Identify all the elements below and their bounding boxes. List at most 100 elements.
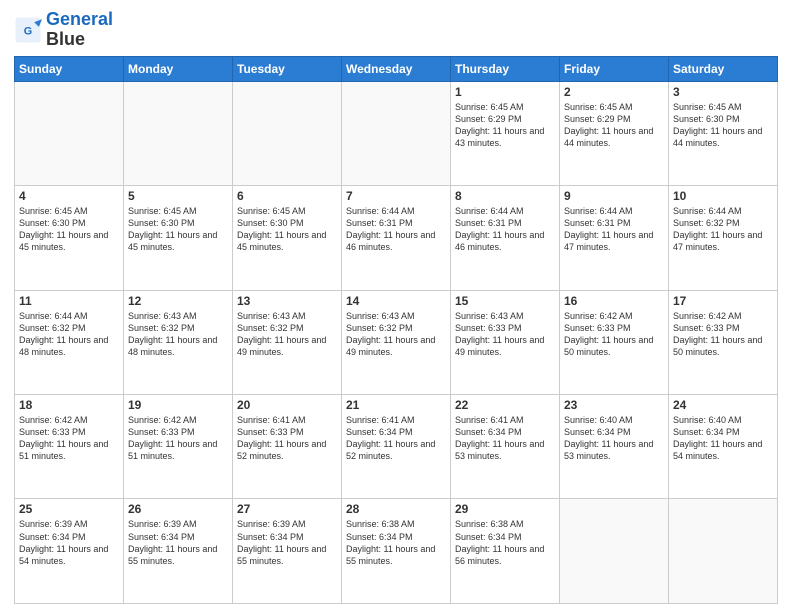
day-number: 7 bbox=[346, 189, 446, 203]
calendar-cell: 12 Sunrise: 6:43 AM Sunset: 6:32 PM Dayli… bbox=[124, 290, 233, 394]
calendar-cell: 5 Sunrise: 6:45 AM Sunset: 6:30 PM Daylig… bbox=[124, 186, 233, 290]
day-number: 8 bbox=[455, 189, 555, 203]
day-info: Sunrise: 6:44 AM Sunset: 6:31 PM Dayligh… bbox=[564, 205, 664, 254]
logo-text: General Blue bbox=[46, 10, 113, 50]
day-info: Sunrise: 6:41 AM Sunset: 6:34 PM Dayligh… bbox=[455, 414, 555, 463]
calendar-week-row-2: 4 Sunrise: 6:45 AM Sunset: 6:30 PM Daylig… bbox=[15, 186, 778, 290]
day-info: Sunrise: 6:44 AM Sunset: 6:32 PM Dayligh… bbox=[19, 310, 119, 359]
calendar-week-row-1: 1 Sunrise: 6:45 AM Sunset: 6:29 PM Daylig… bbox=[15, 81, 778, 185]
day-info: Sunrise: 6:45 AM Sunset: 6:30 PM Dayligh… bbox=[19, 205, 119, 254]
day-number: 23 bbox=[564, 398, 664, 412]
day-info: Sunrise: 6:43 AM Sunset: 6:33 PM Dayligh… bbox=[455, 310, 555, 359]
calendar-cell: 21Sunrise: 6:41 AM Sunset: 6:34 PM Dayli… bbox=[342, 395, 451, 499]
calendar-week-row-4: 18 Sunrise: 6:42 AM Sunset: 6:33 PM Dayli… bbox=[15, 395, 778, 499]
day-info: Sunrise: 6:45 AM Sunset: 6:30 PM Dayligh… bbox=[128, 205, 228, 254]
day-number: 28 bbox=[346, 502, 446, 516]
calendar-cell: 23 Sunrise: 6:40 AM Sunset: 6:34 PM Dayli… bbox=[560, 395, 669, 499]
day-info: Sunrise: 6:44 AM Sunset: 6:31 PM Dayligh… bbox=[455, 205, 555, 254]
calendar-cell: 8 Sunrise: 6:44 AM Sunset: 6:31 PM Daylig… bbox=[451, 186, 560, 290]
calendar-cell: 29Sunrise: 6:38 AM Sunset: 6:34 PM Dayli… bbox=[451, 499, 560, 604]
day-number: 11 bbox=[19, 294, 119, 308]
day-info: Sunrise: 6:43 AM Sunset: 6:32 PM Dayligh… bbox=[346, 310, 446, 359]
day-number: 29 bbox=[455, 502, 555, 516]
day-info: Sunrise: 6:42 AM Sunset: 6:33 PM Dayligh… bbox=[673, 310, 773, 359]
day-number: 2 bbox=[564, 85, 664, 99]
day-info: Sunrise: 6:38 AM Sunset: 6:34 PM Dayligh… bbox=[346, 518, 446, 567]
calendar-cell: 18 Sunrise: 6:42 AM Sunset: 6:33 PM Dayli… bbox=[15, 395, 124, 499]
calendar-cell: 25 Sunrise: 6:39 AM Sunset: 6:34 PM Dayli… bbox=[15, 499, 124, 604]
logo: G General Blue bbox=[14, 10, 113, 50]
calendar-cell: 11 Sunrise: 6:44 AM Sunset: 6:32 PM Dayli… bbox=[15, 290, 124, 394]
day-info: Sunrise: 6:39 AM Sunset: 6:34 PM Dayligh… bbox=[237, 518, 337, 567]
calendar-cell: 14 Sunrise: 6:43 AM Sunset: 6:32 PM Dayli… bbox=[342, 290, 451, 394]
day-info: Sunrise: 6:42 AM Sunset: 6:33 PM Dayligh… bbox=[128, 414, 228, 463]
calendar-cell bbox=[560, 499, 669, 604]
day-info: Sunrise: 6:42 AM Sunset: 6:33 PM Dayligh… bbox=[19, 414, 119, 463]
logo-icon: G bbox=[14, 16, 42, 44]
day-info: Sunrise: 6:45 AM Sunset: 6:29 PM Dayligh… bbox=[455, 101, 555, 150]
day-number: 1 bbox=[455, 85, 555, 99]
calendar-cell: 6 Sunrise: 6:45 AM Sunset: 6:30 PM Daylig… bbox=[233, 186, 342, 290]
day-info: Sunrise: 6:44 AM Sunset: 6:31 PM Dayligh… bbox=[346, 205, 446, 254]
calendar-header-row: SundayMondayTuesdayWednesdayThursdayFrid… bbox=[15, 56, 778, 81]
day-number: 9 bbox=[564, 189, 664, 203]
day-info: Sunrise: 6:45 AM Sunset: 6:30 PM Dayligh… bbox=[237, 205, 337, 254]
calendar-week-row-5: 25 Sunrise: 6:39 AM Sunset: 6:34 PM Dayli… bbox=[15, 499, 778, 604]
calendar-cell: 3 Sunrise: 6:45 AM Sunset: 6:30 PM Daylig… bbox=[669, 81, 778, 185]
day-info: Sunrise: 6:45 AM Sunset: 6:29 PM Dayligh… bbox=[564, 101, 664, 150]
day-info: Sunrise: 6:40 AM Sunset: 6:34 PM Dayligh… bbox=[564, 414, 664, 463]
calendar-week-row-3: 11 Sunrise: 6:44 AM Sunset: 6:32 PM Dayli… bbox=[15, 290, 778, 394]
calendar-header-wednesday: Wednesday bbox=[342, 56, 451, 81]
calendar-cell bbox=[124, 81, 233, 185]
calendar-cell: 1 Sunrise: 6:45 AM Sunset: 6:29 PM Daylig… bbox=[451, 81, 560, 185]
calendar-cell: 16 Sunrise: 6:42 AM Sunset: 6:33 PM Dayli… bbox=[560, 290, 669, 394]
calendar-cell: 10Sunrise: 6:44 AM Sunset: 6:32 PM Dayli… bbox=[669, 186, 778, 290]
header: G General Blue bbox=[14, 10, 778, 50]
calendar-header-saturday: Saturday bbox=[669, 56, 778, 81]
day-info: Sunrise: 6:40 AM Sunset: 6:34 PM Dayligh… bbox=[673, 414, 773, 463]
day-number: 27 bbox=[237, 502, 337, 516]
day-info: Sunrise: 6:41 AM Sunset: 6:34 PM Dayligh… bbox=[346, 414, 446, 463]
day-number: 24 bbox=[673, 398, 773, 412]
calendar-cell: 2 Sunrise: 6:45 AM Sunset: 6:29 PM Daylig… bbox=[560, 81, 669, 185]
day-number: 22 bbox=[455, 398, 555, 412]
calendar-cell: 28 Sunrise: 6:38 AM Sunset: 6:34 PM Dayli… bbox=[342, 499, 451, 604]
day-number: 14 bbox=[346, 294, 446, 308]
calendar-cell bbox=[669, 499, 778, 604]
day-info: Sunrise: 6:39 AM Sunset: 6:34 PM Dayligh… bbox=[19, 518, 119, 567]
day-number: 13 bbox=[237, 294, 337, 308]
calendar-header-sunday: Sunday bbox=[15, 56, 124, 81]
day-number: 12 bbox=[128, 294, 228, 308]
calendar-header-thursday: Thursday bbox=[451, 56, 560, 81]
day-number: 10 bbox=[673, 189, 773, 203]
calendar-cell: 19 Sunrise: 6:42 AM Sunset: 6:33 PM Dayli… bbox=[124, 395, 233, 499]
calendar-cell: 4 Sunrise: 6:45 AM Sunset: 6:30 PM Daylig… bbox=[15, 186, 124, 290]
day-number: 18 bbox=[19, 398, 119, 412]
day-number: 26 bbox=[128, 502, 228, 516]
day-number: 19 bbox=[128, 398, 228, 412]
day-number: 6 bbox=[237, 189, 337, 203]
day-number: 15 bbox=[455, 294, 555, 308]
calendar: SundayMondayTuesdayWednesdayThursdayFrid… bbox=[14, 56, 778, 604]
day-number: 3 bbox=[673, 85, 773, 99]
calendar-cell bbox=[233, 81, 342, 185]
calendar-cell: 15 Sunrise: 6:43 AM Sunset: 6:33 PM Dayli… bbox=[451, 290, 560, 394]
day-info: Sunrise: 6:42 AM Sunset: 6:33 PM Dayligh… bbox=[564, 310, 664, 359]
day-info: Sunrise: 6:43 AM Sunset: 6:32 PM Dayligh… bbox=[237, 310, 337, 359]
day-number: 25 bbox=[19, 502, 119, 516]
day-number: 20 bbox=[237, 398, 337, 412]
calendar-cell: 26Sunrise: 6:39 AM Sunset: 6:34 PM Dayli… bbox=[124, 499, 233, 604]
day-info: Sunrise: 6:41 AM Sunset: 6:33 PM Dayligh… bbox=[237, 414, 337, 463]
calendar-cell: 20 Sunrise: 6:41 AM Sunset: 6:33 PM Dayli… bbox=[233, 395, 342, 499]
day-number: 16 bbox=[564, 294, 664, 308]
calendar-header-monday: Monday bbox=[124, 56, 233, 81]
calendar-cell: 7 Sunrise: 6:44 AM Sunset: 6:31 PM Daylig… bbox=[342, 186, 451, 290]
calendar-cell: 27 Sunrise: 6:39 AM Sunset: 6:34 PM Dayli… bbox=[233, 499, 342, 604]
calendar-header-tuesday: Tuesday bbox=[233, 56, 342, 81]
day-info: Sunrise: 6:43 AM Sunset: 6:32 PM Dayligh… bbox=[128, 310, 228, 359]
calendar-cell: 22 Sunrise: 6:41 AM Sunset: 6:34 PM Dayli… bbox=[451, 395, 560, 499]
calendar-cell: 13 Sunrise: 6:43 AM Sunset: 6:32 PM Dayli… bbox=[233, 290, 342, 394]
day-number: 4 bbox=[19, 189, 119, 203]
day-info: Sunrise: 6:45 AM Sunset: 6:30 PM Dayligh… bbox=[673, 101, 773, 150]
day-number: 5 bbox=[128, 189, 228, 203]
